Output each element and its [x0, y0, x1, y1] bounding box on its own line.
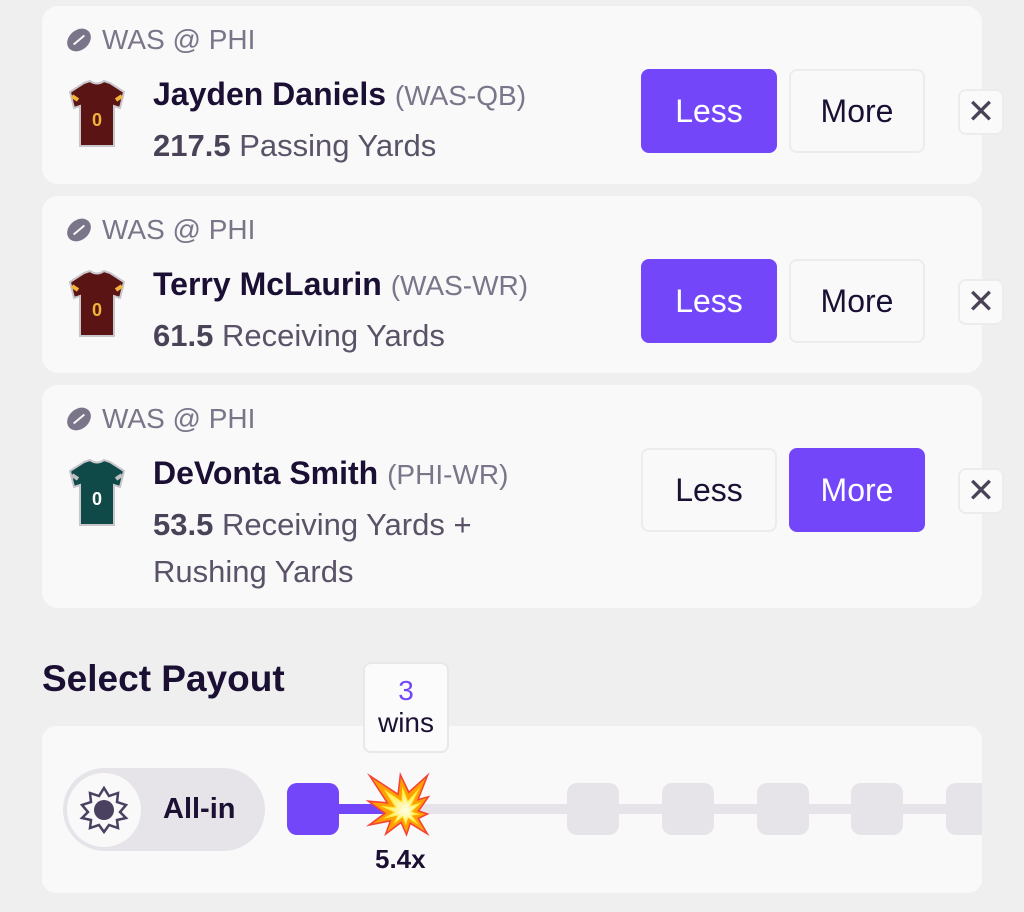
football-icon — [62, 213, 96, 247]
svg-text:0: 0 — [92, 300, 102, 320]
line-value: 53.5 — [153, 507, 214, 542]
matchup: WAS @ PHI — [62, 402, 256, 436]
football-icon — [62, 402, 96, 436]
payout-step[interactable] — [287, 783, 339, 835]
player-position: (WAS-QB) — [394, 80, 527, 111]
more-button[interactable]: More — [789, 448, 925, 532]
less-button[interactable]: Less — [641, 69, 777, 153]
payout-panel: All-in 💥 5.4x — [42, 726, 982, 893]
payout-step[interactable] — [851, 783, 903, 835]
matchup-label: WAS @ PHI — [102, 24, 256, 55]
jersey-icon: 0 — [68, 459, 126, 526]
all-in-label: All-in — [163, 793, 236, 825]
payout-multiplier: 5.4x — [375, 844, 426, 874]
all-in-toggle[interactable]: All-in — [63, 768, 265, 851]
more-button[interactable]: More — [789, 69, 925, 153]
less-button[interactable]: Less — [641, 448, 777, 532]
remove-pick-button[interactable]: ✕ — [958, 89, 1004, 135]
explosion-slider-handle[interactable]: 💥 — [362, 770, 434, 840]
payout-step[interactable] — [567, 783, 619, 835]
jersey-icon: 0 — [68, 80, 126, 147]
wins-count: 3 — [398, 675, 414, 706]
player-name-text: Jayden Daniels — [153, 76, 386, 112]
wins-label: wins — [377, 707, 434, 738]
matchup-label: WAS @ PHI — [102, 403, 256, 434]
select-payout-title: Select Payout — [42, 658, 285, 699]
matchup: WAS @ PHI — [62, 213, 256, 247]
gear-icon — [67, 772, 141, 847]
remove-pick-button[interactable]: ✕ — [958, 279, 1004, 325]
stat-line: 61.5 Receiving Yards — [153, 312, 573, 359]
svg-text:0: 0 — [92, 489, 102, 509]
less-button[interactable]: Less — [641, 259, 777, 343]
stat-type: Passing Yards — [239, 128, 437, 163]
payout-step[interactable] — [757, 783, 809, 835]
payout-step[interactable] — [946, 783, 982, 835]
football-icon — [62, 23, 96, 57]
stat-type: Receiving Yards — [221, 318, 445, 353]
matchup-label: WAS @ PHI — [102, 214, 256, 245]
remove-pick-button[interactable]: ✕ — [958, 468, 1004, 514]
stat-line: 53.5 Receiving Yards + Rushing Yards — [153, 501, 573, 595]
pick-card: WAS @ PHI 0 Jayden Daniels (WAS-QB) 217.… — [42, 6, 982, 184]
player-position: (PHI-WR) — [387, 459, 509, 490]
pick-card: WAS @ PHI 0 DeVonta Smith (PHI-WR) 53.5 … — [42, 385, 982, 608]
wins-tooltip: 3 wins — [363, 662, 449, 753]
line-value: 61.5 — [153, 318, 214, 353]
pick-card: WAS @ PHI 0 Terry McLaurin (WAS-WR) 61.5… — [42, 196, 982, 373]
svg-text:0: 0 — [92, 110, 102, 130]
player-name: Jayden Daniels (WAS-QB) — [153, 76, 526, 113]
player-name: Terry McLaurin (WAS-WR) — [153, 266, 528, 303]
stat-line: 217.5 Passing Yards — [153, 122, 573, 169]
player-name-text: Terry McLaurin — [153, 266, 382, 302]
player-name: DeVonta Smith (PHI-WR) — [153, 455, 508, 492]
payout-step[interactable] — [662, 783, 714, 835]
more-button[interactable]: More — [789, 259, 925, 343]
line-value: 217.5 — [153, 128, 231, 163]
matchup: WAS @ PHI — [62, 23, 256, 57]
player-name-text: DeVonta Smith — [153, 455, 379, 491]
jersey-icon: 0 — [68, 270, 126, 337]
player-position: (WAS-WR) — [390, 270, 529, 301]
